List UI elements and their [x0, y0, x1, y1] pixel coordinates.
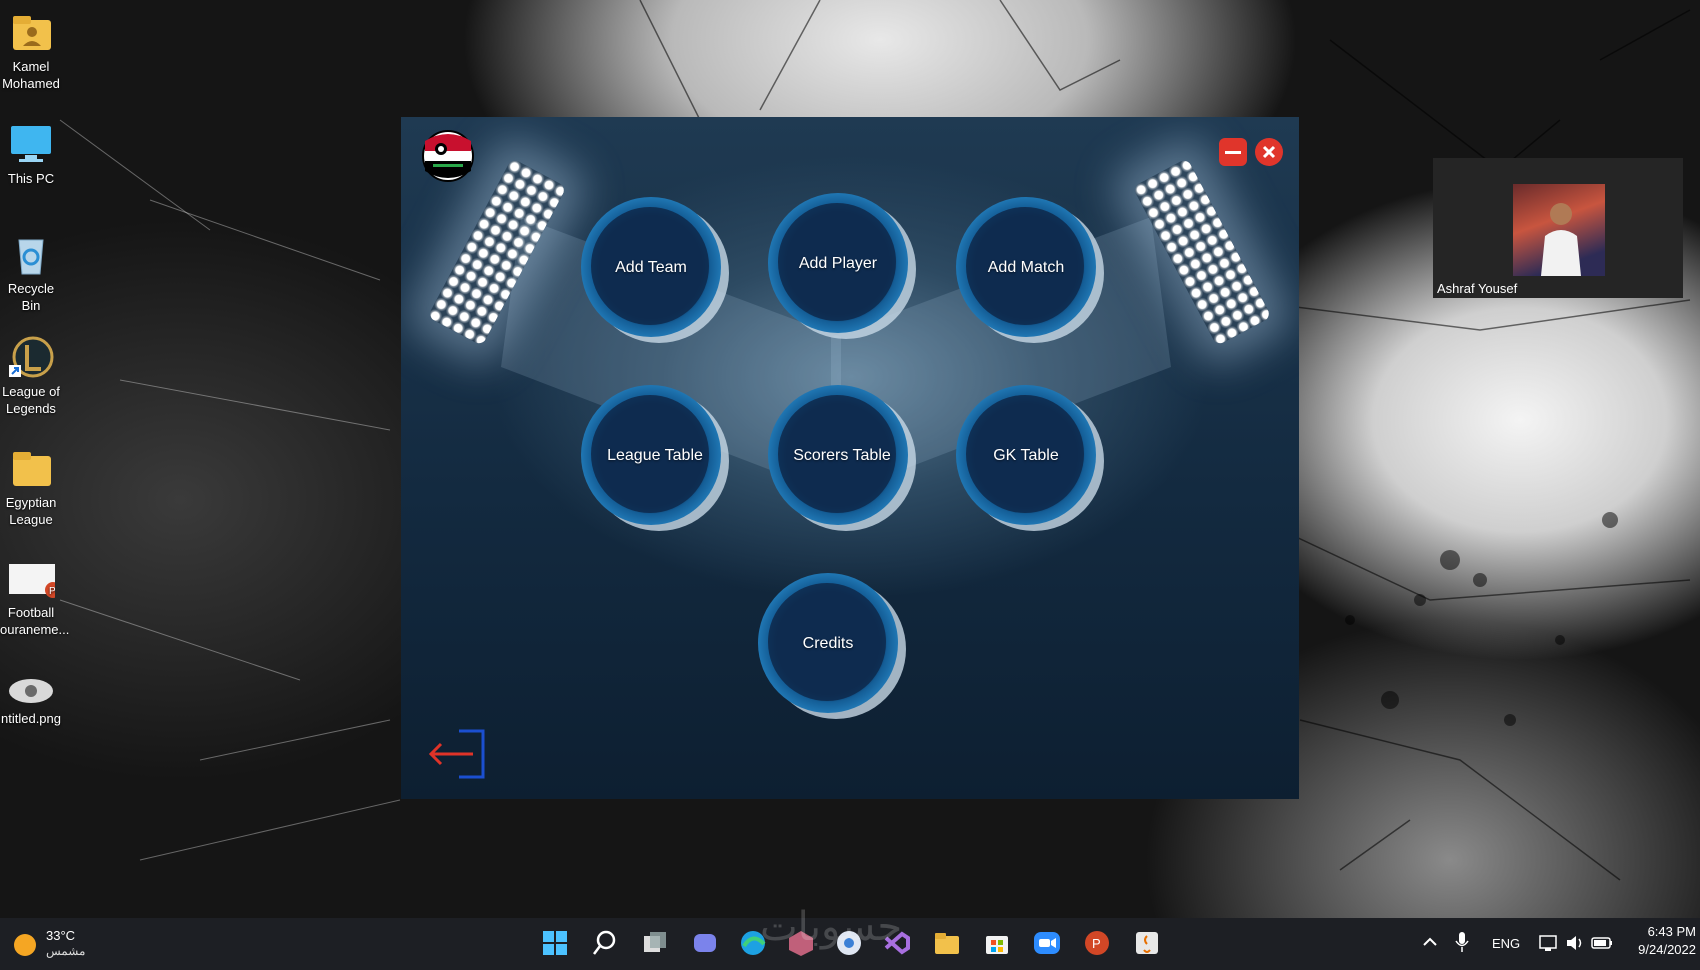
league-logo-icon [421, 129, 475, 183]
task-view-button[interactable] [640, 928, 670, 958]
add-player-button[interactable]: Add Player [768, 193, 918, 343]
desktop-icon-this-pc[interactable]: This PC [0, 122, 62, 187]
clock-time: 6:43 PM [1647, 924, 1696, 939]
weather-temp: 33°C [46, 928, 76, 943]
minimize-icon [1225, 151, 1241, 154]
desktop-icon-label: ntitled.png [1, 711, 61, 726]
powerpoint-icon: P [1085, 931, 1109, 955]
teams-chat-icon [694, 934, 716, 952]
participant-video [1513, 184, 1605, 276]
file-explorer-button[interactable] [932, 928, 962, 958]
participant-name: Ashraf Yousef [1437, 281, 1518, 296]
java-icon [1136, 932, 1158, 954]
language-indicator[interactable]: ENG [1492, 936, 1520, 951]
sun-icon [14, 934, 36, 956]
zoom-icon [1034, 932, 1060, 954]
add-player-label: Add Player [798, 255, 878, 272]
folder-icon [935, 933, 959, 954]
desktop-icon-recycle-bin[interactable]: Recycle Bin [0, 232, 62, 314]
zoom-button[interactable] [1032, 928, 1062, 958]
close-icon [1262, 145, 1276, 159]
start-button[interactable] [540, 928, 570, 958]
league-table-button[interactable]: League Table [581, 385, 731, 535]
weather-widget[interactable]: 33°C مشمس [12, 926, 112, 962]
store-icon [986, 936, 1008, 954]
add-match-button[interactable]: Add Match [956, 197, 1106, 347]
desktop-icon-egyptian-league[interactable]: Egyptian League [0, 446, 62, 528]
teams-chat-button[interactable] [690, 928, 720, 958]
desktop-icon-label: Egyptian League [5, 495, 57, 527]
app-window: Add Team Add Player Add Match League Tab… [401, 117, 1299, 799]
battery-button[interactable] [1590, 932, 1614, 954]
task-view-icon [644, 932, 666, 952]
desktop-icon-user-folder[interactable]: Kamel Mohamed [0, 10, 62, 92]
credits-label: Credits [802, 635, 854, 652]
battery-icon [1591, 937, 1612, 949]
close-button[interactable] [1255, 138, 1283, 166]
java-app-button[interactable] [1132, 928, 1162, 958]
league-table-label: League Table [607, 447, 703, 464]
desktop-icon-label: This PC [7, 171, 55, 186]
search-button[interactable] [590, 928, 620, 958]
scorers-table-label: Scorers Table [793, 447, 891, 464]
powerpoint-button[interactable]: P [1082, 928, 1112, 958]
search-icon [593, 930, 616, 955]
microphone-icon [1455, 932, 1469, 952]
desktop-icon-label: Recycle Bin [7, 281, 55, 313]
windows-icon [543, 931, 567, 955]
desktop-icon-untitled-png[interactable]: ntitled.png [0, 676, 62, 727]
desktop-icon-label: Kamel Mohamed [2, 59, 60, 91]
gk-table-label: GK Table [993, 447, 1059, 464]
tray-chevron[interactable] [1420, 932, 1440, 952]
clock-date: 9/24/2022 [1638, 942, 1696, 957]
taskbar: 33°C مشمس P حسوبات ENG 6:43 PM 9/24/2022 [0, 904, 1700, 970]
clock[interactable]: 6:43 PM 9/24/2022 [1618, 924, 1696, 957]
scorers-table-button[interactable]: Scorers Table [768, 385, 918, 535]
speaker-icon [1567, 936, 1582, 950]
minimize-button[interactable] [1219, 138, 1247, 166]
svg-text:P: P [49, 586, 55, 597]
add-team-label: Add Team [615, 259, 687, 276]
network-button[interactable] [1538, 932, 1560, 954]
logout-arrow-icon [428, 729, 485, 779]
microphone-button[interactable] [1452, 930, 1472, 954]
chevron-up-icon [1423, 937, 1437, 946]
back-button[interactable] [425, 727, 487, 783]
weather-desc: مشمس [46, 944, 86, 958]
video-call-tile[interactable]: Ashraf Yousef [1433, 158, 1683, 298]
watermark: حسوبات [760, 904, 903, 950]
desktop-icon-label: League of Legends [2, 384, 60, 416]
volume-button[interactable] [1564, 932, 1586, 954]
desktop-icon-label: Football ouraneme... [0, 605, 70, 637]
add-team-button[interactable]: Add Team [581, 197, 731, 347]
desktop-icon-league-of-legends[interactable]: League of Legends [0, 335, 62, 417]
store-button[interactable] [982, 928, 1012, 958]
gk-table-button[interactable]: GK Table [956, 385, 1106, 535]
svg-text:P: P [1092, 936, 1101, 951]
network-icon [1539, 935, 1557, 951]
desktop-icon-football-tournament[interactable]: P Football ouraneme... [0, 556, 69, 638]
add-match-label: Add Match [987, 259, 1065, 276]
credits-button[interactable]: Credits [758, 573, 908, 723]
